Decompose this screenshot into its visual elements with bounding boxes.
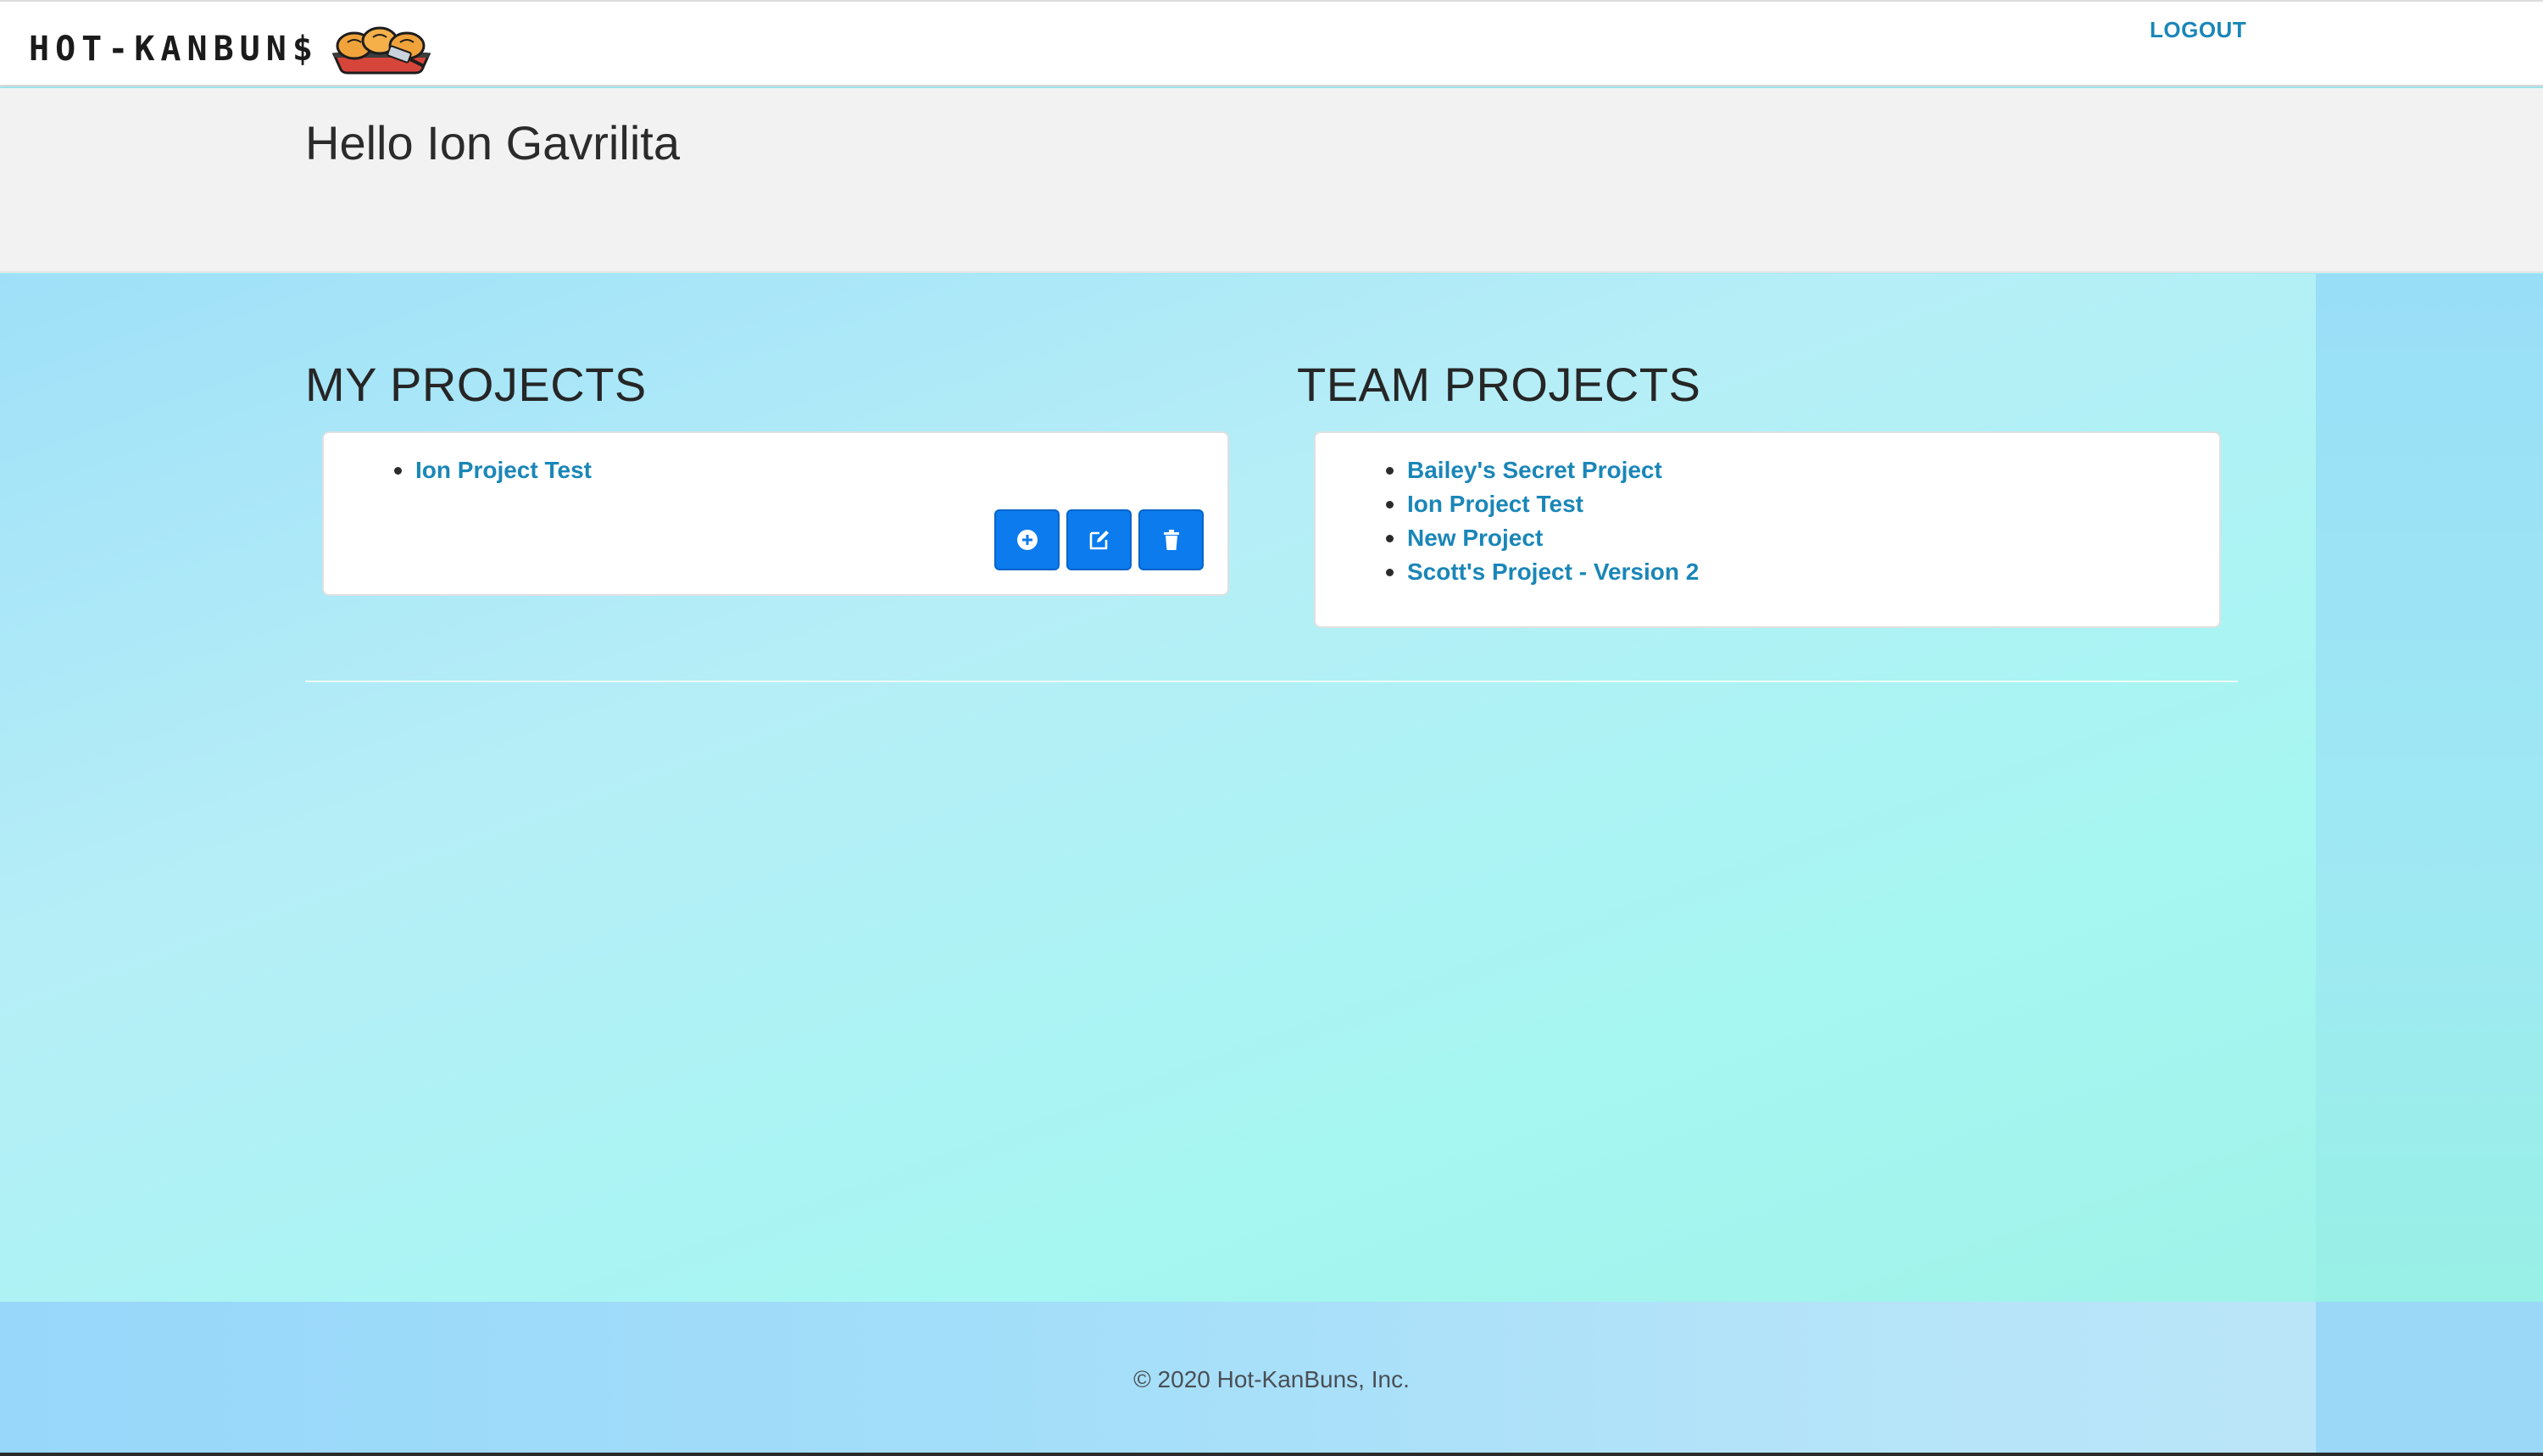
section-divider: [305, 681, 2238, 682]
welcome-banner: Hello Ion Gavrilita: [0, 88, 2543, 273]
greeting-heading: Hello Ion Gavrilita: [305, 116, 680, 169]
project-link-baileys-secret-project[interactable]: Bailey's Secret Project: [1407, 457, 1662, 483]
team-projects-card: Bailey's Secret Project Ion Project Test…: [1314, 431, 2221, 628]
hot-buns-logo-icon: [331, 26, 431, 75]
delete-project-button[interactable]: [1138, 509, 1204, 570]
project-link-ion-project-test[interactable]: Ion Project Test: [1407, 491, 1583, 517]
copyright-text: © 2020 Hot-KanBuns, Inc.: [1133, 1366, 1410, 1392]
edit-project-button[interactable]: [1066, 509, 1132, 570]
list-item: Bailey's Secret Project: [1385, 453, 1699, 487]
list-item: New Project: [1385, 521, 1699, 555]
plus-circle-icon: [1016, 530, 1038, 550]
project-link-ion-project-test[interactable]: Ion Project Test: [415, 457, 592, 483]
project-link-scotts-project-version-2[interactable]: Scott's Project - Version 2: [1407, 559, 1699, 585]
trash-icon: [1163, 530, 1179, 550]
team-projects-title: TEAM PROJECTS: [1297, 358, 1701, 411]
logout-link[interactable]: LOGOUT: [2150, 17, 2246, 43]
brand-link[interactable]: HOT-KANBUN$: [29, 24, 434, 75]
dashboard-main: MY PROJECTS Ion Project Test TEAM PROJEC…: [0, 274, 2543, 1302]
footer: © 2020 Hot-KanBuns, Inc.: [0, 1302, 2543, 1456]
list-item: Ion Project Test: [1385, 487, 1699, 521]
brand-name: HOT-KANBUN$: [29, 30, 319, 69]
my-projects-card: Ion Project Test: [322, 431, 1229, 596]
list-item: Ion Project Test: [394, 453, 592, 487]
add-project-button[interactable]: [994, 509, 1060, 570]
project-link-new-project[interactable]: New Project: [1407, 525, 1543, 551]
list-item: Scott's Project - Version 2: [1385, 555, 1699, 589]
team-projects-list: Bailey's Secret Project Ion Project Test…: [1385, 453, 1699, 589]
footer-bottom-bar: [0, 1453, 2543, 1456]
background-panel: [2316, 274, 2543, 1302]
my-projects-title: MY PROJECTS: [305, 358, 647, 411]
my-projects-list: Ion Project Test: [394, 453, 592, 487]
project-actions: [994, 509, 1204, 570]
navbar: HOT-KANBUN$ LOGOUT: [0, 0, 2543, 86]
edit-icon: [1089, 531, 1109, 550]
